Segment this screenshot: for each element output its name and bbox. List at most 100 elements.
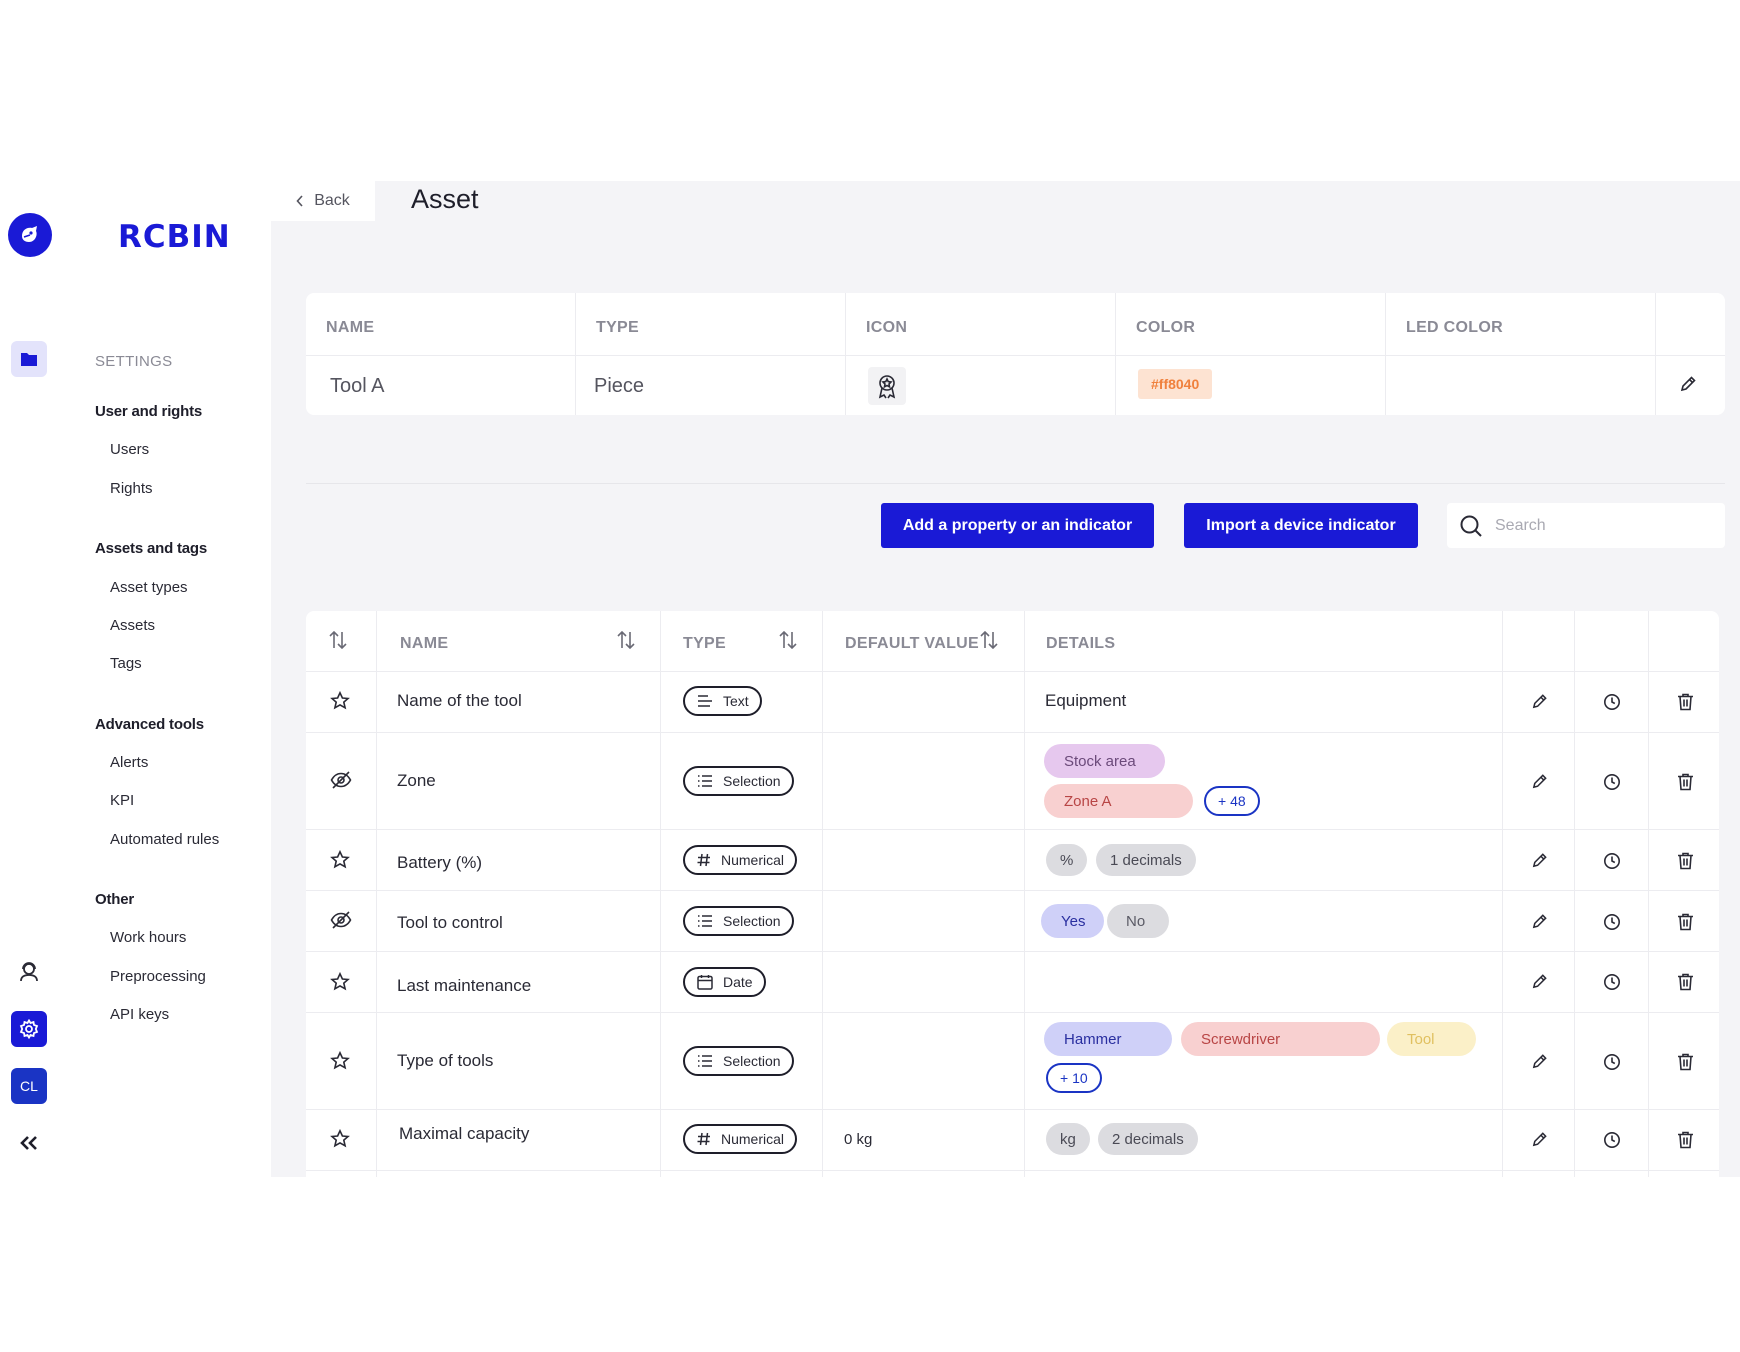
eye-off-icon — [330, 911, 352, 929]
property-name: Battery (%) — [397, 853, 483, 872]
back-button[interactable]: Back — [271, 181, 375, 221]
column-header-icon: ICON — [866, 319, 908, 336]
sidebar-item-api-keys[interactable]: API keys — [110, 1006, 169, 1023]
column-header-color: COLOR — [1136, 319, 1196, 336]
robin-logo-icon[interactable] — [8, 213, 52, 257]
edit-property-button[interactable] — [1531, 852, 1548, 874]
sidebar-item-asset-types[interactable]: Asset types — [110, 579, 188, 596]
row-divider — [306, 1012, 1719, 1013]
default-value: 0 kg — [844, 1131, 873, 1148]
user-avatar[interactable]: CL — [11, 1068, 47, 1104]
trash-icon — [1678, 913, 1693, 931]
settings-nav-button[interactable] — [11, 1011, 47, 1047]
edit-property-button[interactable] — [1531, 1131, 1548, 1153]
delete-property-button[interactable] — [1677, 852, 1694, 875]
settings-sidebar: RCBIN SETTINGS User and rights Users Rig… — [64, 181, 271, 1177]
row-divider — [306, 1109, 1719, 1110]
sidebar-group-user-and-rights: User and rights — [95, 403, 203, 420]
property-name: Last maintenance — [397, 976, 532, 995]
row-divider — [306, 355, 1725, 356]
sort-by-name-button[interactable] — [616, 630, 636, 654]
type-pill-numerical: Numerical — [683, 845, 798, 875]
history-button[interactable] — [1603, 913, 1621, 936]
folder-nav-button[interactable] — [11, 341, 47, 377]
history-button[interactable] — [1603, 973, 1621, 996]
visibility-toggle[interactable] — [330, 770, 352, 795]
favorite-toggle[interactable] — [330, 1050, 350, 1076]
visibility-toggle[interactable] — [330, 910, 352, 935]
sort-order-button[interactable] — [328, 630, 348, 654]
row-divider — [306, 829, 1719, 830]
asset-summary-table: NAME TYPE ICON COLOR LED COLOR Tool A Pi… — [306, 293, 1725, 415]
favorite-toggle[interactable] — [330, 849, 350, 875]
sidebar-item-assets[interactable]: Assets — [110, 617, 155, 634]
sort-by-type-button[interactable] — [778, 630, 798, 654]
sidebar-item-automated-rules[interactable]: Automated rules — [110, 831, 219, 848]
column-divider — [1574, 611, 1575, 1177]
add-property-button[interactable]: Add a property or an indicator — [881, 503, 1154, 548]
edit-property-button[interactable] — [1531, 773, 1548, 795]
delete-property-button[interactable] — [1677, 773, 1694, 796]
history-button[interactable] — [1603, 1131, 1621, 1154]
support-nav-button[interactable] — [11, 953, 47, 989]
row-divider — [306, 732, 1719, 733]
sidebar-item-rights[interactable]: Rights — [110, 480, 153, 497]
trash-icon — [1678, 693, 1693, 711]
favorite-toggle[interactable] — [330, 690, 350, 716]
search-box — [1447, 503, 1725, 548]
column-divider — [660, 611, 661, 1177]
type-pill-selection: Selection — [683, 766, 794, 796]
delete-property-button[interactable] — [1677, 913, 1694, 936]
more-chips-button[interactable]: + 10 — [1046, 1063, 1102, 1093]
type-pill-text: Text — [683, 686, 762, 716]
delete-property-button[interactable] — [1677, 1131, 1694, 1154]
search-input[interactable] — [1495, 516, 1695, 535]
column-divider — [376, 611, 377, 1177]
property-name: Name of the tool — [397, 691, 522, 710]
column-divider — [575, 293, 576, 415]
list-icon — [698, 915, 712, 927]
history-button[interactable] — [1603, 1053, 1621, 1076]
sidebar-item-work-hours[interactable]: Work hours — [110, 929, 186, 946]
detail-chip: Zone A — [1044, 784, 1193, 818]
edit-property-button[interactable] — [1531, 693, 1548, 715]
sidebar-item-users[interactable]: Users — [110, 441, 149, 458]
history-button[interactable] — [1603, 773, 1621, 796]
detail-chip: kg — [1046, 1123, 1090, 1155]
gear-icon — [19, 1019, 39, 1039]
pencil-icon — [1532, 694, 1547, 709]
edit-property-button[interactable] — [1531, 1053, 1548, 1075]
delete-property-button[interactable] — [1677, 973, 1694, 996]
more-chips-button[interactable]: + 48 — [1204, 786, 1260, 816]
sidebar-item-alerts[interactable]: Alerts — [110, 754, 148, 771]
row-divider — [306, 1170, 1719, 1171]
column-header-details: DETAILS — [1046, 635, 1116, 652]
sort-by-default-button[interactable] — [979, 630, 999, 654]
sidebar-group-other: Other — [95, 891, 135, 908]
history-button[interactable] — [1603, 693, 1621, 716]
sidebar-item-tags[interactable]: Tags — [110, 655, 142, 672]
type-pill-selection: Selection — [683, 906, 794, 936]
sidebar-item-preprocessing[interactable]: Preprocessing — [110, 968, 206, 985]
clock-icon — [1604, 694, 1620, 710]
edit-asset-button[interactable] — [1679, 375, 1697, 398]
chevron-left-icon — [296, 195, 303, 207]
favorite-toggle[interactable] — [330, 1128, 350, 1154]
edit-property-button[interactable] — [1531, 973, 1548, 995]
clock-icon — [1604, 1132, 1620, 1148]
import-device-indicator-button[interactable]: Import a device indicator — [1184, 503, 1418, 548]
collapse-sidebar-button[interactable] — [11, 1125, 47, 1161]
edit-property-button[interactable] — [1531, 913, 1548, 935]
sort-arrows-icon — [329, 630, 347, 650]
sidebar-group-assets-and-tags: Assets and tags — [95, 540, 208, 557]
row-divider — [306, 951, 1719, 952]
delete-property-button[interactable] — [1677, 693, 1694, 716]
main-content: Back Asset NAME TYPE ICON COLOR LED COLO… — [271, 181, 1740, 1177]
color-badge: #ff8040 — [1138, 369, 1213, 399]
history-button[interactable] — [1603, 852, 1621, 875]
delete-property-button[interactable] — [1677, 1053, 1694, 1076]
column-header-type: TYPE — [596, 319, 639, 336]
favorite-toggle[interactable] — [330, 971, 350, 997]
sidebar-item-kpi[interactable]: KPI — [110, 792, 134, 809]
icon-rail: CL — [0, 181, 64, 1177]
